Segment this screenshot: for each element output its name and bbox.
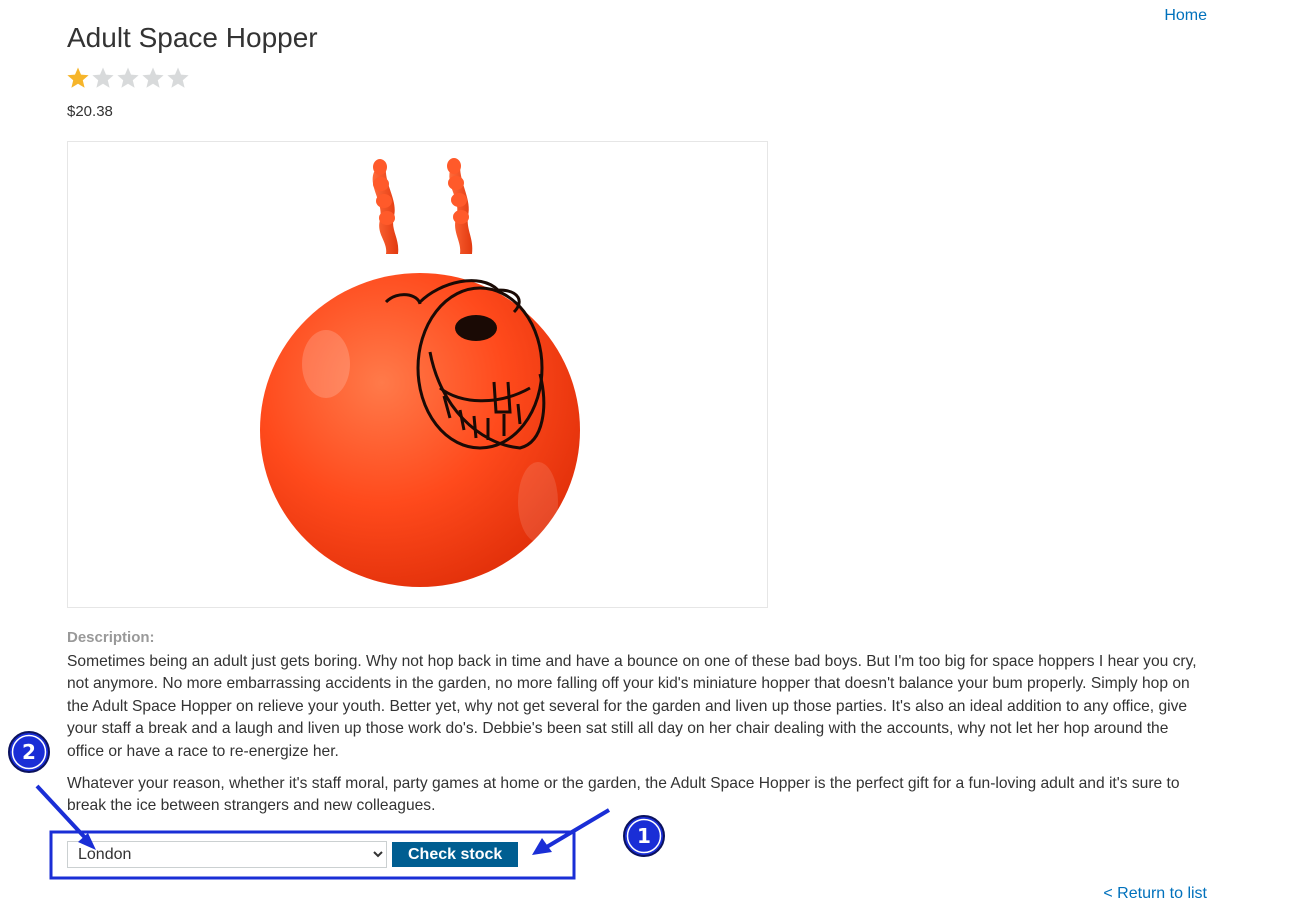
annotation-number-2: 2 [22,740,36,764]
home-link[interactable]: Home [1164,7,1207,25]
stock-check-form: London Check stock [67,841,519,868]
description-paragraph-1: Sometimes being an adult just gets borin… [67,653,1197,760]
return-to-list-link[interactable]: < Return to list [1103,885,1207,903]
product-image [67,141,768,608]
star-empty-icon [142,67,164,88]
check-stock-button[interactable]: Check stock [392,842,519,867]
hopper-horn-right [447,158,473,254]
store-select[interactable]: London [67,841,387,868]
star-empty-icon [117,67,139,88]
annotation-marker-2: 2 [8,731,50,773]
star-rating [66,66,190,90]
star-filled-icon [67,67,89,88]
star-empty-icon [92,67,114,88]
space-hopper-image [260,158,580,587]
description-paragraph-2: Whatever your reason, whether it's staff… [67,775,1180,815]
product-page: Home Adult Space Hopper $20.38 Descripti… [0,0,1314,903]
annotation-marker-1: 1 [623,815,665,857]
description-label: Description: [67,629,155,646]
star-empty-icon [167,67,189,88]
annotation-number-1: 1 [637,824,651,848]
product-price: $20.38 [67,103,113,120]
hopper-horn-left [372,159,399,254]
product-title: Adult Space Hopper [67,22,318,53]
